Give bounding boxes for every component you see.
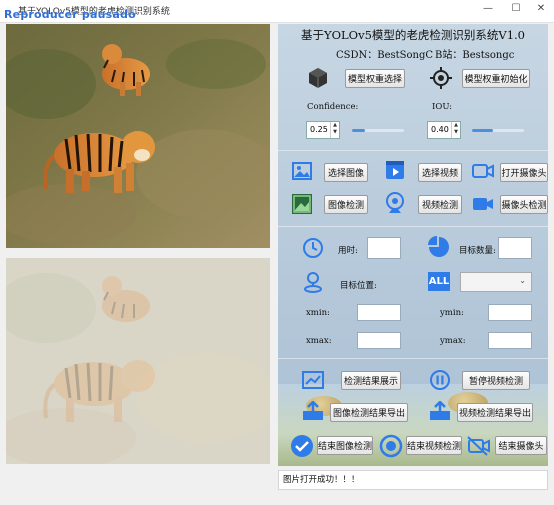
all-targets-icon: ALL — [428, 272, 450, 291]
bilibili-label: B站：Bestsongc — [435, 50, 515, 61]
section-divider — [278, 226, 548, 227]
detection-result-view — [6, 258, 270, 464]
section-divider — [278, 150, 548, 151]
target-select-dropdown[interactable]: ⌄ — [460, 272, 532, 292]
confidence-label: Confidence: — [307, 102, 359, 112]
confidence-slider-fill — [352, 129, 365, 132]
close-button[interactable]: ✕ — [533, 3, 549, 14]
ymax-output — [488, 332, 532, 349]
title-bar: 基于YOLOv5模型的老虎检测识别系统 Reproducer pausado —… — [0, 0, 554, 23]
location-pin-icon — [304, 272, 322, 293]
confidence-value: 0.25 — [310, 125, 328, 134]
iou-label: IOU: — [432, 102, 453, 112]
select-video-button[interactable]: 选择视频 — [418, 163, 462, 182]
ymax-label: ymax: — [440, 336, 466, 346]
video-play-icon — [386, 161, 404, 179]
detect-video-button[interactable]: 视频检测 — [418, 195, 462, 214]
ymin-output — [488, 304, 532, 321]
end-image-detection-button[interactable]: 结束图像检测 — [317, 436, 373, 455]
webcam-icon — [386, 192, 404, 213]
status-bar: 图片打开成功！！！ — [278, 470, 548, 490]
target-icon — [430, 67, 452, 89]
iou-spinbox[interactable]: 0.40 ▲ ▼ — [427, 121, 461, 139]
show-results-button[interactable]: 检测结果展示 — [341, 371, 401, 390]
xmax-label: xmax: — [306, 336, 332, 346]
overlay-watermark: Reproducer pausado — [4, 8, 136, 21]
ymin-label: ymin: — [440, 308, 464, 318]
iou-slider-fill — [472, 129, 493, 132]
target-position-label: 目标位置: — [340, 281, 377, 291]
time-label: 用时: — [338, 246, 358, 256]
time-output — [367, 237, 401, 259]
camera-icon — [472, 164, 494, 178]
xmin-label: xmin: — [306, 308, 330, 318]
clock-icon — [303, 238, 323, 258]
confidence-spinbox[interactable]: 0.25 ▲ ▼ — [306, 121, 340, 139]
pause-video-button[interactable]: 暂停视频检测 — [462, 371, 530, 390]
image-detect-icon — [292, 194, 312, 214]
export-image-results-button[interactable]: 图像检测结果导出 — [330, 403, 408, 422]
cube-icon — [309, 68, 327, 88]
xmax-output — [357, 332, 401, 349]
tiger-photo-result — [6, 258, 270, 464]
app-heading: 基于YOLOv5模型的老虎检测识别系统V1.0 — [301, 28, 525, 42]
detect-camera-button[interactable]: 摄像头检测 — [500, 195, 548, 214]
open-camera-button[interactable]: 打开摄像头 — [500, 163, 548, 182]
spin-arrows-icon[interactable]: ▲ ▼ — [330, 122, 339, 138]
xmin-output — [357, 304, 401, 321]
section-divider — [278, 358, 548, 359]
init-model-weights-button[interactable]: 模型权重初始化 — [462, 69, 530, 88]
maximize-button[interactable]: ☐ — [508, 3, 524, 14]
line-chart-icon — [302, 371, 324, 389]
iou-slider[interactable] — [472, 129, 524, 132]
select-image-button[interactable]: 选择图像 — [324, 163, 368, 182]
check-circle-icon — [291, 435, 313, 457]
end-video-detection-button[interactable]: 结束视频检测 — [406, 436, 462, 455]
select-model-weights-button[interactable]: 模型权重选择 — [345, 69, 405, 88]
export-icon — [303, 401, 323, 420]
target-count-label: 目标数量: — [459, 246, 496, 256]
target-count-output — [498, 237, 532, 259]
image-icon — [292, 162, 312, 180]
confidence-slider[interactable] — [352, 129, 404, 132]
stop-circle-icon — [379, 434, 403, 458]
camera-off-icon — [467, 436, 490, 456]
pause-icon — [430, 370, 450, 390]
detect-image-button[interactable]: 图像检测 — [324, 195, 368, 214]
tiger-photo — [6, 24, 270, 248]
video-camera-icon — [473, 198, 493, 210]
end-camera-button[interactable]: 结束摄像头 — [495, 436, 547, 455]
chevron-down-icon: ⌄ — [519, 276, 526, 285]
export-icon — [430, 401, 450, 420]
csdn-label: CSDN：BestSongC — [336, 50, 434, 61]
export-video-results-button[interactable]: 视频检测结果导出 — [457, 403, 533, 422]
spin-arrows-icon[interactable]: ▲ ▼ — [451, 122, 460, 138]
pie-chart-icon — [428, 236, 449, 257]
minimize-button[interactable]: — — [480, 3, 496, 14]
original-image-view — [6, 24, 270, 248]
iou-value: 0.40 — [431, 125, 449, 134]
